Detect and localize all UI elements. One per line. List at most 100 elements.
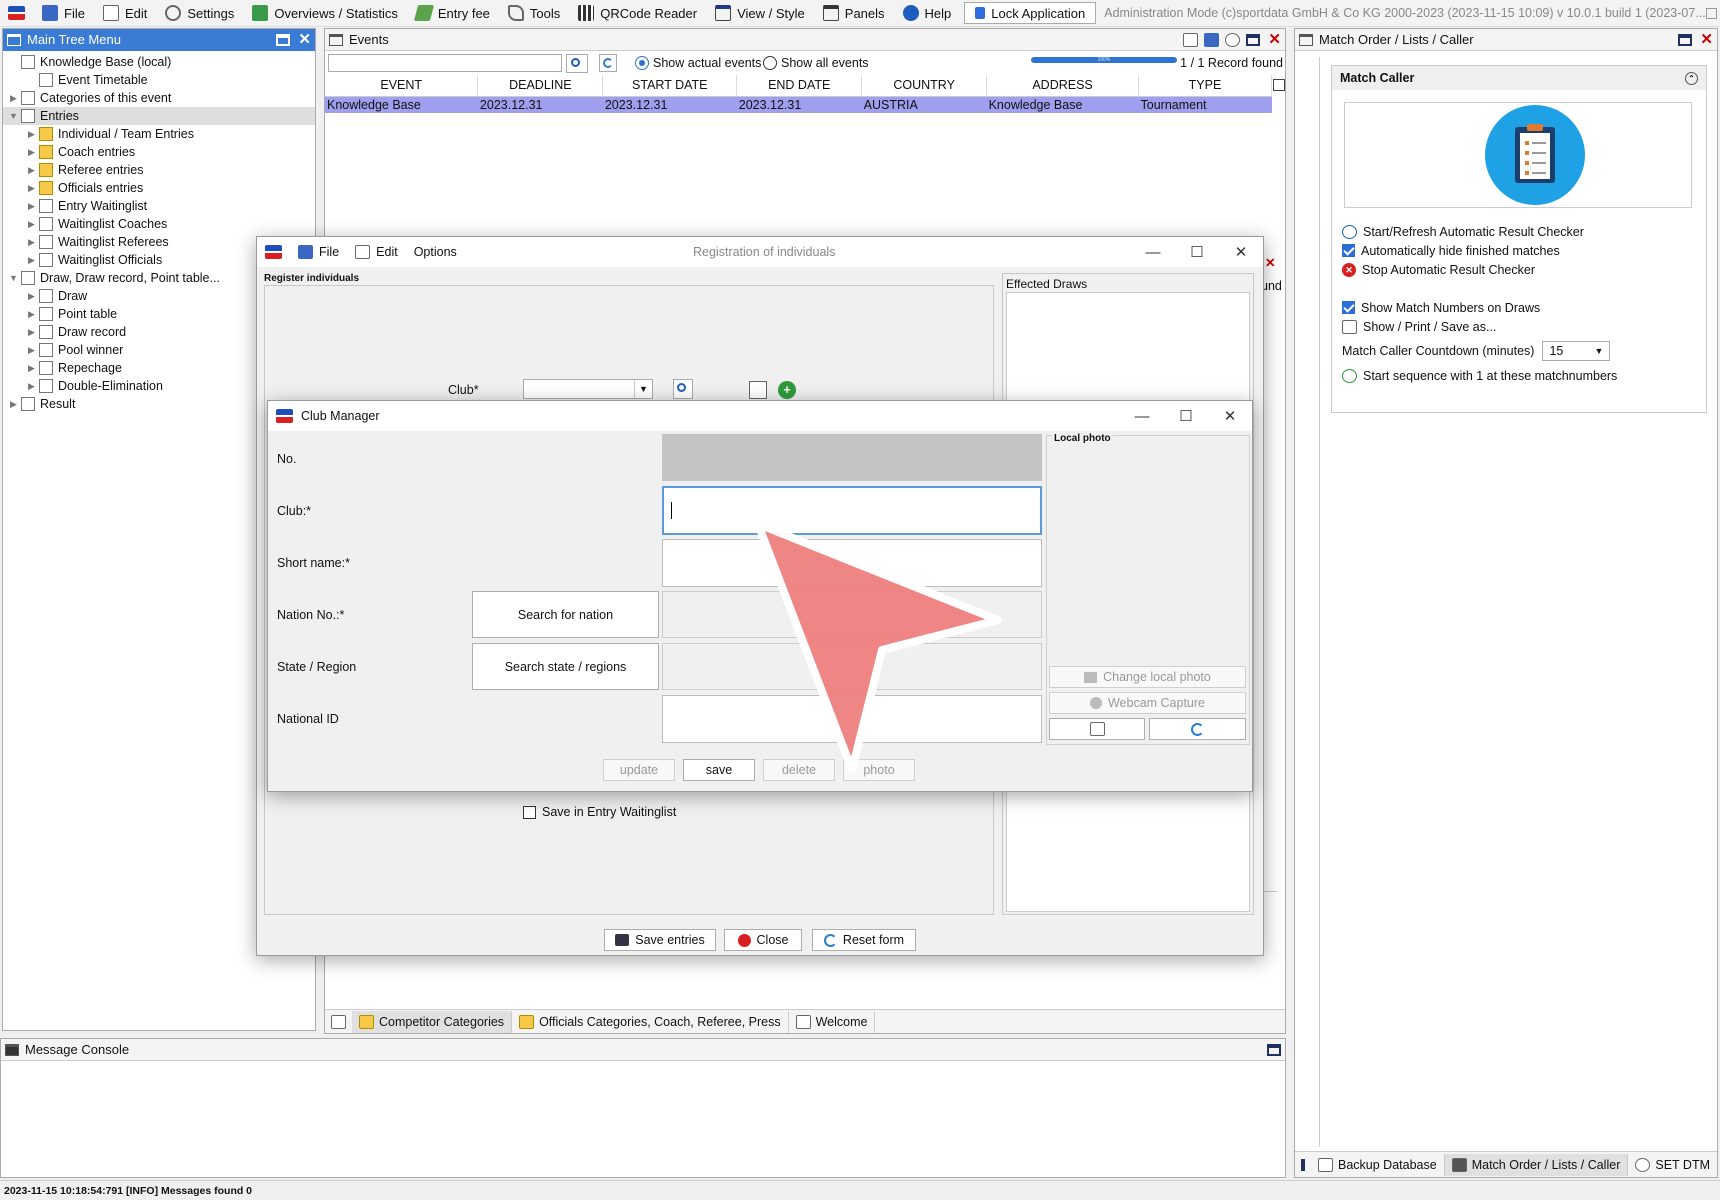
club-add-icon[interactable]: + [778, 381, 796, 399]
close-icon[interactable]: ✕ [1268, 32, 1281, 47]
tab-competitor-categories[interactable]: Competitor Categories [352, 1010, 513, 1033]
tree-item[interactable]: ▶ Coach entries [3, 143, 315, 161]
column-header[interactable]: COUNTRY [861, 75, 988, 97]
expand-arrow-icon[interactable]: ▶ [27, 309, 36, 320]
club-edit-icon[interactable] [749, 381, 767, 399]
refresh-photo-button[interactable] [1149, 718, 1246, 740]
folder-open-icon[interactable] [1204, 32, 1220, 47]
expand-arrow-icon[interactable]: ▶ [27, 237, 36, 248]
save-waitinglist-row[interactable]: Save in Entry Waitinglist [523, 805, 676, 819]
close-icon[interactable]: ✕ [298, 32, 311, 47]
show-print-save[interactable]: Show / Print / Save as... [1342, 317, 1617, 336]
tab-backup-database[interactable]: Backup Database [1311, 1153, 1445, 1176]
menu-panels[interactable]: Panels [814, 0, 894, 26]
expand-arrow-icon[interactable]: ▶ [27, 291, 36, 302]
tree-item[interactable]: Knowledge Base (local) [3, 53, 315, 71]
tree-item[interactable]: ▶ Categories of this event [3, 89, 315, 107]
reg-menu-options[interactable]: Options [406, 245, 465, 259]
expand-arrow-icon[interactable]: ▶ [27, 147, 36, 158]
column-header[interactable]: TYPE [1138, 75, 1272, 97]
column-header[interactable]: END DATE [736, 75, 863, 97]
hide-finished-matches[interactable]: Automatically hide finished matches [1342, 241, 1617, 260]
minimize-button[interactable]: — [1131, 244, 1175, 261]
search-state-button[interactable]: Search state / regions [472, 643, 659, 690]
save-entries-button[interactable]: Save entries [604, 929, 716, 951]
expand-arrow-icon[interactable]: ▶ [27, 381, 36, 392]
maximize-icon[interactable] [276, 33, 291, 46]
menu-view-style[interactable]: View / Style [706, 0, 814, 26]
table-row[interactable]: Knowledge Base 2023.12.31 2023.12.31 2023.1… [325, 96, 1272, 113]
show-match-numbers[interactable]: Show Match Numbers on Draws [1342, 298, 1617, 317]
menu-help[interactable]: Help [894, 0, 961, 26]
window-restore-icon[interactable] [1705, 7, 1717, 19]
search-button[interactable] [566, 54, 588, 73]
menu-edit[interactable]: Edit [94, 0, 156, 26]
tree-item[interactable]: Event Timetable [3, 71, 315, 89]
countdown-select[interactable]: 15 ▼ [1542, 341, 1611, 361]
maximize-button[interactable]: ☐ [1164, 407, 1208, 425]
start-sequence[interactable]: Start sequence with 1 at these matchnumb… [1342, 366, 1617, 385]
export-icon[interactable] [1183, 32, 1199, 47]
radio-all-indicator[interactable] [763, 56, 777, 70]
menu-entry-fee[interactable]: Entry fee [407, 0, 499, 26]
tree-item[interactable]: ▶ Entry Waitinglist [3, 197, 315, 215]
menu-qrcode-reader[interactable]: QRCode Reader [569, 0, 706, 26]
expand-arrow-icon[interactable]: ▶ [27, 183, 36, 194]
show-match-numbers-checkbox[interactable] [1342, 301, 1355, 314]
maximize-icon[interactable] [1267, 1043, 1281, 1056]
expand-arrow-icon[interactable]: ▶ [27, 201, 36, 212]
stop-result-checker[interactable]: ✕ Stop Automatic Result Checker [1342, 260, 1617, 279]
change-local-photo-button[interactable]: Change local photo [1049, 666, 1246, 688]
reload-button[interactable] [599, 54, 617, 72]
tab-officials-categories[interactable]: Officials Categories, Coach, Referee, Pr… [512, 1010, 789, 1033]
update-button[interactable]: update [603, 759, 675, 781]
reg-menu-file[interactable]: File [290, 245, 347, 259]
expand-arrow-icon[interactable]: ▶ [9, 399, 18, 410]
start-result-checker[interactable]: Start/Refresh Automatic Result Checker [1342, 222, 1617, 241]
tab-welcome[interactable]: Welcome [789, 1010, 876, 1033]
tab-match-order[interactable]: Match Order / Lists / Caller [1444, 1153, 1629, 1176]
hide-finished-checkbox[interactable] [1342, 244, 1355, 257]
column-header[interactable]: START DATE [602, 75, 738, 97]
maximize-button[interactable]: ☐ [1175, 243, 1219, 261]
reset-form-button[interactable]: Reset form [812, 929, 916, 951]
column-header[interactable]: ADDRESS [986, 75, 1140, 97]
close-button[interactable]: ✕ [1208, 407, 1252, 425]
webcam-capture-button[interactable]: Webcam Capture [1049, 692, 1246, 714]
reg-menu-edit[interactable]: Edit [347, 245, 406, 259]
tree-item[interactable]: ▶ Referee entries [3, 161, 315, 179]
menu-overviews-statistics[interactable]: Overviews / Statistics [243, 0, 407, 26]
expand-arrow-icon[interactable]: ▶ [27, 345, 36, 356]
event-search-input[interactable] [328, 54, 562, 72]
menu-tools[interactable]: Tools [499, 0, 569, 26]
club-select[interactable]: ▼ [523, 379, 653, 399]
column-header[interactable]: EVENT [325, 75, 479, 97]
expand-arrow-icon[interactable]: ▶ [27, 327, 36, 338]
radio-all-events[interactable]: Show all events [763, 56, 869, 70]
refresh-icon[interactable] [1225, 32, 1241, 47]
maximize-icon[interactable] [1246, 33, 1261, 46]
search-nation-button[interactable]: Search for nation [472, 591, 659, 638]
close-icon[interactable]: ✕ [1700, 32, 1713, 47]
club-search-button[interactable] [673, 379, 693, 399]
expand-arrow-icon[interactable]: ▶ [27, 165, 36, 176]
collapse-icon[interactable]: ⌃ [1685, 71, 1698, 85]
menu-file[interactable]: File [33, 0, 94, 26]
expand-arrow-icon[interactable]: ▶ [27, 255, 36, 266]
expand-arrow-icon[interactable]: ▶ [9, 93, 18, 104]
menu-settings[interactable]: Settings [156, 0, 243, 26]
expand-arrow-icon[interactable]: ▶ [27, 129, 36, 140]
collapse-arrow-icon[interactable]: ▼ [9, 273, 18, 283]
radio-actual-indicator[interactable] [635, 56, 649, 70]
close-button[interactable]: ✕ [1219, 243, 1263, 261]
expand-arrow-icon[interactable]: ▶ [27, 219, 36, 230]
maximize-icon[interactable] [1678, 33, 1693, 46]
save-waitinglist-checkbox[interactable] [523, 805, 536, 819]
column-chooser-icon[interactable] [1273, 79, 1285, 91]
collapse-arrow-icon[interactable]: ▼ [9, 111, 18, 121]
tree-item[interactable]: ▶ Waitinglist Coaches [3, 215, 315, 233]
column-header[interactable]: DEADLINE [477, 75, 604, 97]
close-button[interactable]: Close [724, 929, 802, 951]
tab-set-dtm[interactable]: SET DTM [1628, 1154, 1717, 1176]
radio-actual-events[interactable]: Show actual events [635, 56, 761, 70]
